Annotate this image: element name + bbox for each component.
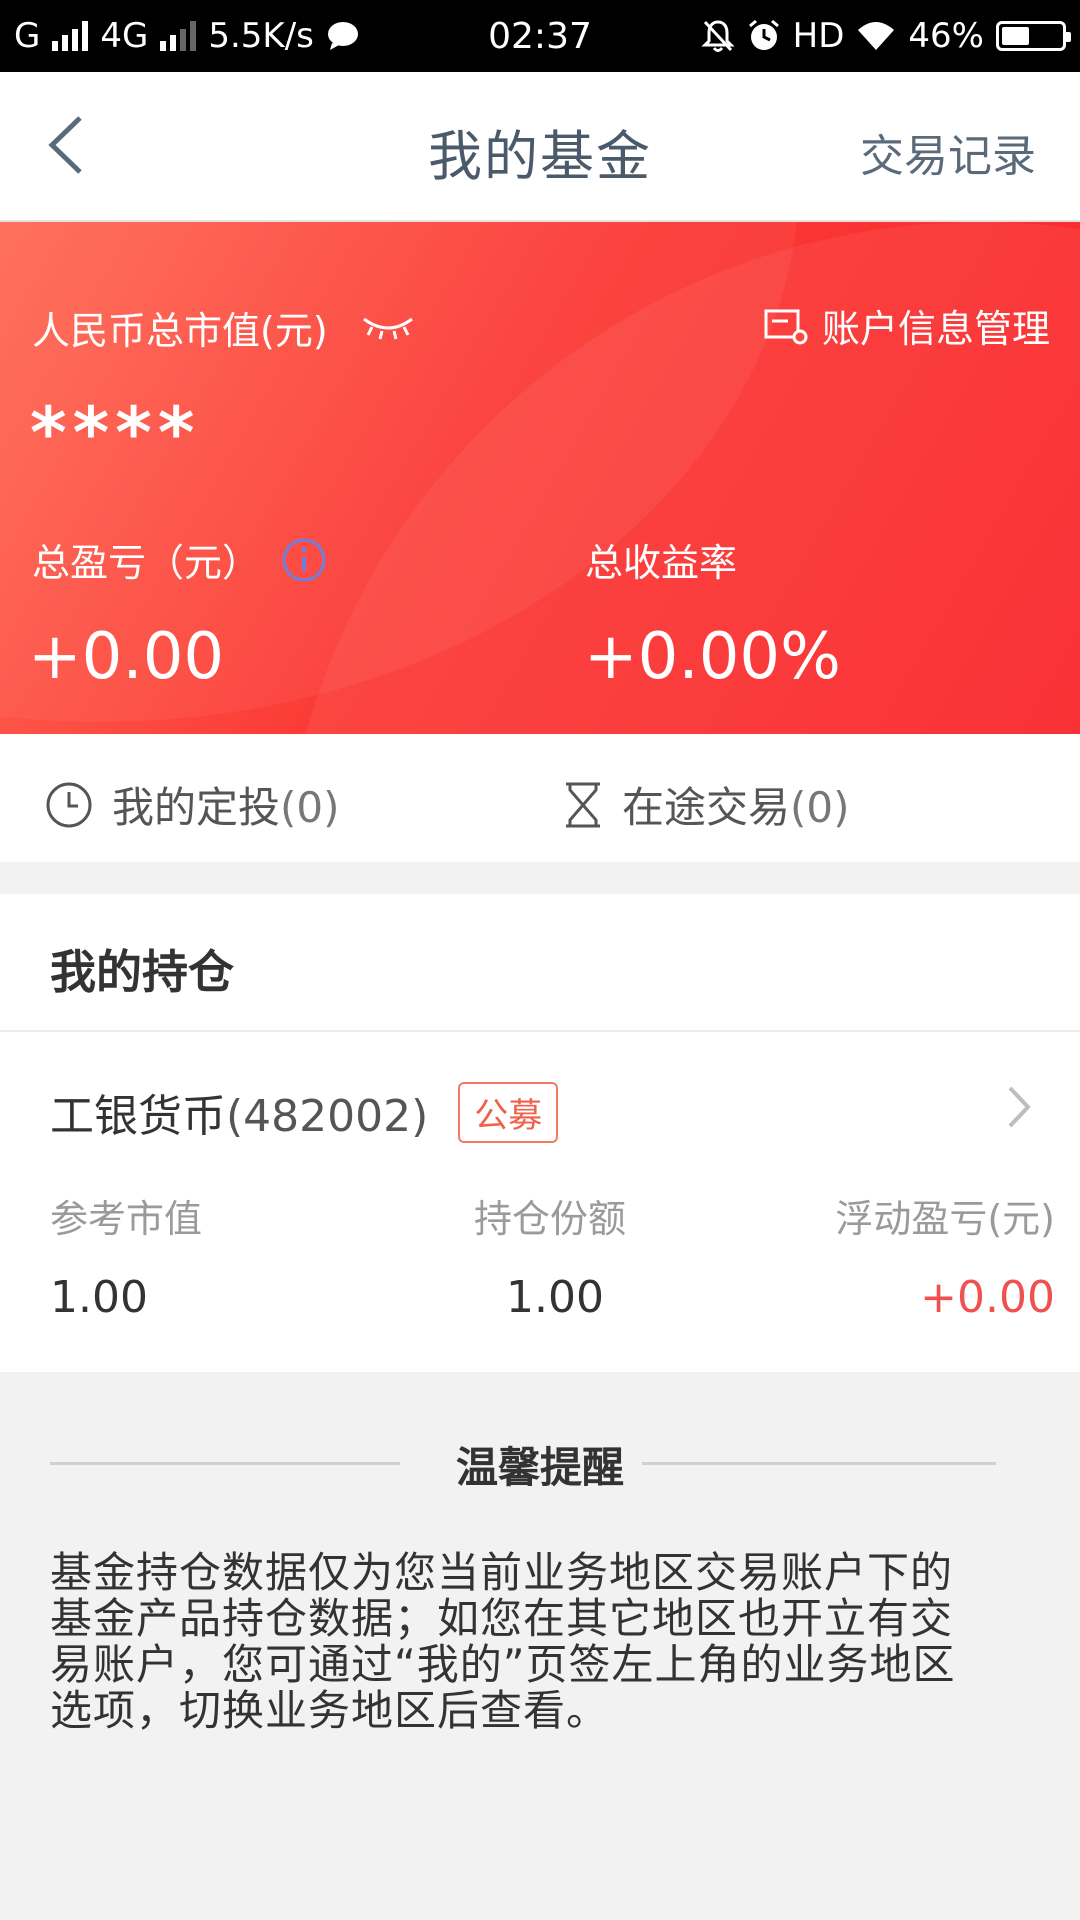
status-right: HD 46% (701, 16, 1071, 56)
total-return-label: 总收益率 (585, 541, 738, 585)
holdings-section: 我的持仓 工银货币(482002) 公募 参考市值 持仓份额 浮动盈亏(元) 1… (0, 894, 1080, 1372)
message-icon (327, 22, 358, 50)
auto-invest-label: 我的定投 (112, 783, 281, 832)
float-pl-value: +0.00 (920, 1272, 1055, 1323)
pending-trades-label: 在途交易 (622, 783, 791, 832)
hd-label: HD (792, 16, 845, 56)
total-pl-value: +0.00 (28, 620, 225, 694)
total-pl-row: 总盈亏（元） (32, 532, 328, 587)
total-value-label: 人民币总市值(元) (32, 309, 328, 353)
network-label: 4G (100, 16, 149, 56)
ref-value: 1.00 (50, 1272, 148, 1323)
hourglass-icon (566, 782, 600, 827)
holdings-title: 我的持仓 (0, 894, 1080, 1032)
reminder-title: 温馨提醒 (455, 1443, 624, 1492)
alarm-icon (748, 19, 779, 50)
carrier-label: G (14, 16, 41, 56)
asset-summary-card: 人民币总市值(元) 账户信息管理 **** 总盈亏（元） 总收益率 +0.00 … (0, 222, 1080, 734)
status-bar: G 4G 5.5K/s 02:37 HD 46% (0, 0, 1080, 72)
reminder-text: 基金持仓数据仅为您当前业务地区交易账户下的基金产品持仓数据；如您在其它地区也开立… (50, 1548, 956, 1735)
battery-icon (996, 21, 1071, 51)
total-return-value: +0.00% (584, 620, 841, 694)
mute-bell-icon (701, 20, 735, 52)
auto-invest-count: (0) (280, 783, 340, 832)
nav-bar: 我的基金 交易记录 (0, 72, 1080, 222)
float-pl-label: 浮动盈亏(元) (835, 1197, 1055, 1241)
wifi-icon (858, 22, 895, 50)
my-funds-page: G 4G 5.5K/s 02:37 HD 46% 我的基金 交易记录 人民币总市… (0, 0, 1080, 1920)
masked-total-value: **** (30, 392, 201, 474)
account-manage-button[interactable]: 账户信息管理 (764, 298, 1050, 353)
eye-closed-icon[interactable] (362, 315, 414, 341)
network-speed: 5.5K/s (208, 16, 314, 56)
total-value-row: 人民币总市值(元) (32, 300, 414, 355)
shares-value: 1.00 (506, 1272, 604, 1323)
shares-label: 持仓份额 (474, 1197, 627, 1241)
battery-percent: 46% (908, 16, 984, 56)
account-settings-icon (764, 309, 808, 344)
fund-name: 工银货币 (50, 1091, 226, 1142)
fund-row[interactable]: 工银货币(482002) 公募 (50, 1080, 559, 1144)
status-left: G 4G 5.5K/s (14, 16, 360, 56)
auto-invest-link[interactable]: 我的定投(0) (44, 774, 340, 835)
pending-trades-count: (0) (790, 783, 850, 832)
quick-links: 我的定投(0) 在途交易(0) (0, 734, 1080, 862)
reminder-section: 温馨提醒 基金持仓数据仅为您当前业务地区交易账户下的基金产品持仓数据；如您在其它… (0, 1372, 1080, 1920)
signal-secondary-icon (160, 21, 197, 51)
fund-code: (482002) (226, 1091, 429, 1142)
ref-value-label: 参考市值 (50, 1197, 203, 1241)
clock-icon (46, 782, 92, 827)
total-pl-label: 总盈亏（元） (32, 541, 261, 585)
chevron-right-icon[interactable] (1004, 1082, 1034, 1132)
info-icon[interactable] (280, 536, 328, 584)
signal-icon (52, 21, 89, 51)
pending-trades-link[interactable]: 在途交易(0) (562, 774, 850, 835)
account-manage-label: 账户信息管理 (821, 307, 1050, 351)
fund-type-badge: 公募 (458, 1081, 559, 1143)
transaction-history-link[interactable]: 交易记录 (860, 120, 1036, 184)
